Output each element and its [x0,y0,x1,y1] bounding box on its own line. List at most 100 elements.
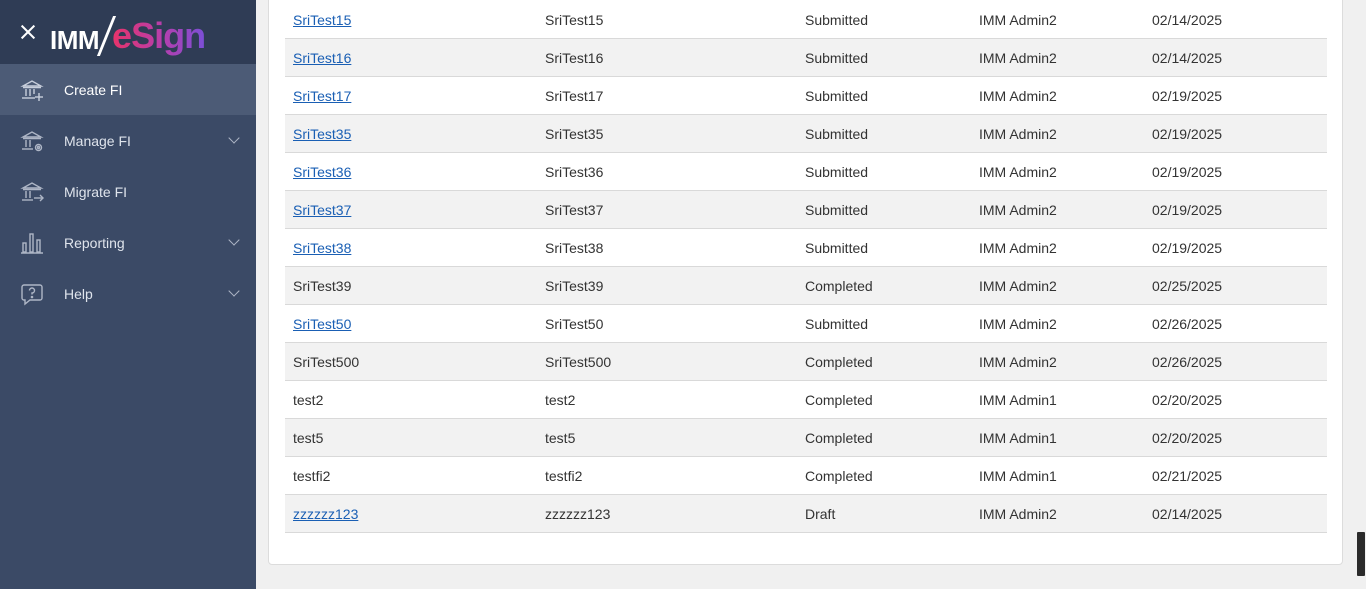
user-cell: IMM Admin1 [979,429,1057,446]
main-content: SriTest15 SriTest15 Submitted IMM Admin2 02/… [256,0,1356,589]
status-cell: Submitted [805,239,869,256]
logo-imm-text: IMM [50,25,100,55]
date-cell: 02/19/2025 [1152,125,1223,142]
bar-chart-icon [20,231,44,255]
fi-title-cell: test5 [545,429,576,446]
date-cell: 02/19/2025 [1152,201,1223,218]
table-row: SriTest50 SriTest50 Submitted IMM Admin2 02/… [285,305,1327,343]
nav-label-migrate-fi: Migrate FI [64,183,128,200]
user-cell: IMM Admin2 [979,277,1057,294]
fi-name-cell: SriTest16 [285,50,545,66]
fi-title-cell: SriTest50 [545,315,604,332]
date-cell: 02/20/2025 [1152,391,1223,408]
table-row: SriTest36 SriTest36 Submitted IMM Admin2 02/… [285,153,1327,191]
fi-name-link[interactable]: SriTest15 [293,12,351,28]
date-cell: 02/14/2025 [1152,505,1223,522]
table-row: SriTest17 SriTest17 Submitted IMM Admin2 02/… [285,77,1327,115]
nav-item-reporting[interactable]: Reporting [0,217,256,268]
fi-name-cell: SriTest38 [285,240,545,256]
bank-arrow-icon [20,180,44,204]
fi-title-cell: SriTest36 [545,163,604,180]
fi-name-cell: SriTest37 [285,202,545,218]
fi-list-card: SriTest15 SriTest15 Submitted IMM Admin2 02/… [268,0,1343,565]
table-row: SriTest35 SriTest35 Submitted IMM Admin2 02/… [285,115,1327,153]
nav-item-help[interactable]: Help [0,268,256,319]
user-cell: IMM Admin2 [979,163,1057,180]
table-row: test2 test2 Completed IMM Admin1 02/20/2025 [285,381,1327,419]
user-cell: IMM Admin2 [979,87,1057,104]
table-row: SriTest15 SriTest15 Submitted IMM Admin2 02/… [285,1,1327,39]
fi-title-cell: test2 [545,391,576,408]
app-logo: IMM eSign [50,8,206,56]
status-cell: Submitted [805,163,869,180]
date-cell: 02/19/2025 [1152,163,1223,180]
nav-label-help: Help [64,285,93,302]
fi-name-cell: SriTest35 [285,126,545,142]
status-cell: Completed [805,429,873,446]
help-bubble-icon [20,282,44,306]
fi-name-link[interactable]: SriTest36 [293,164,351,180]
fi-name-link[interactable]: SriTest38 [293,240,351,256]
sidebar: IMM eSign Create FI Manage FI Migrate FI… [0,0,256,589]
table-row: SriTest16 SriTest16 Submitted IMM Admin2 02/… [285,39,1327,77]
fi-name-cell: zzzzzz123 [285,506,545,522]
fi-title-cell: SriTest37 [545,201,604,218]
nav-label-manage-fi: Manage FI [64,132,131,149]
date-cell: 02/26/2025 [1152,315,1223,332]
status-cell: Submitted [805,87,869,104]
date-cell: 02/20/2025 [1152,429,1223,446]
chevron-down-icon [228,132,240,144]
nav-item-migrate-fi[interactable]: Migrate FI [0,166,256,217]
fi-name-link[interactable]: SriTest37 [293,202,351,218]
user-cell: IMM Admin2 [979,49,1057,66]
fi-title-cell: SriTest500 [545,353,612,370]
fi-name-cell: test5 [293,429,324,446]
bank-gear-icon [20,129,44,153]
fi-name-link[interactable]: zzzzzz123 [293,506,358,522]
table-row: test5 test5 Completed IMM Admin1 02/20/2025 [285,419,1327,457]
table-row: SriTest37 SriTest37 Submitted IMM Admin2 02/… [285,191,1327,229]
user-cell: IMM Admin1 [979,391,1057,408]
status-cell: Completed [805,353,873,370]
fi-title-cell: SriTest17 [545,87,604,104]
table-row: SriTest39 SriTest39 Completed IMM Admin2 02/… [285,267,1327,305]
status-cell: Submitted [805,315,869,332]
table-row: SriTest38 SriTest38 Submitted IMM Admin2 02/… [285,229,1327,267]
date-cell: 02/14/2025 [1152,49,1223,66]
date-cell: 02/25/2025 [1152,277,1223,294]
table-row: SriTest500 SriTest500 Completed IMM Admin2 0… [285,343,1327,381]
fi-name-cell: SriTest36 [285,164,545,180]
user-cell: IMM Admin2 [979,125,1057,142]
date-cell: 02/26/2025 [1152,353,1223,370]
user-cell: IMM Admin2 [979,353,1057,370]
fi-title-cell: SriTest35 [545,125,604,142]
fi-name-cell: SriTest50 [285,316,545,332]
fi-name-cell: SriTest39 [293,277,352,294]
chevron-down-icon [228,285,240,297]
fi-name-link[interactable]: SriTest17 [293,88,351,104]
fi-title-cell: SriTest38 [545,239,604,256]
fi-name-link[interactable]: SriTest16 [293,50,351,66]
user-cell: IMM Admin2 [979,239,1057,256]
fi-title-cell: SriTest15 [545,11,604,28]
scrollbar-thumb[interactable] [1357,532,1365,576]
page-scrollbar[interactable] [1356,0,1366,589]
status-cell: Completed [805,391,873,408]
fi-name-cell: testfi2 [293,467,331,484]
status-cell: Submitted [805,125,869,142]
fi-table: SriTest15 SriTest15 Submitted IMM Admin2 02/… [285,1,1327,533]
close-icon[interactable] [18,22,38,42]
fi-title-cell: SriTest39 [545,277,604,294]
nav-label-create-fi: Create FI [64,81,123,98]
user-cell: IMM Admin2 [979,201,1057,218]
bank-add-icon [20,78,44,102]
nav-item-manage-fi[interactable]: Manage FI [0,115,256,166]
fi-name-cell: SriTest17 [285,88,545,104]
fi-name-cell: SriTest500 [293,353,360,370]
fi-name-link[interactable]: SriTest50 [293,316,351,332]
nav-item-create-fi[interactable]: Create FI [0,64,256,115]
nav-label-reporting: Reporting [64,234,125,251]
date-cell: 02/21/2025 [1152,467,1223,484]
fi-name-link[interactable]: SriTest35 [293,126,351,142]
chevron-down-icon [228,234,240,246]
